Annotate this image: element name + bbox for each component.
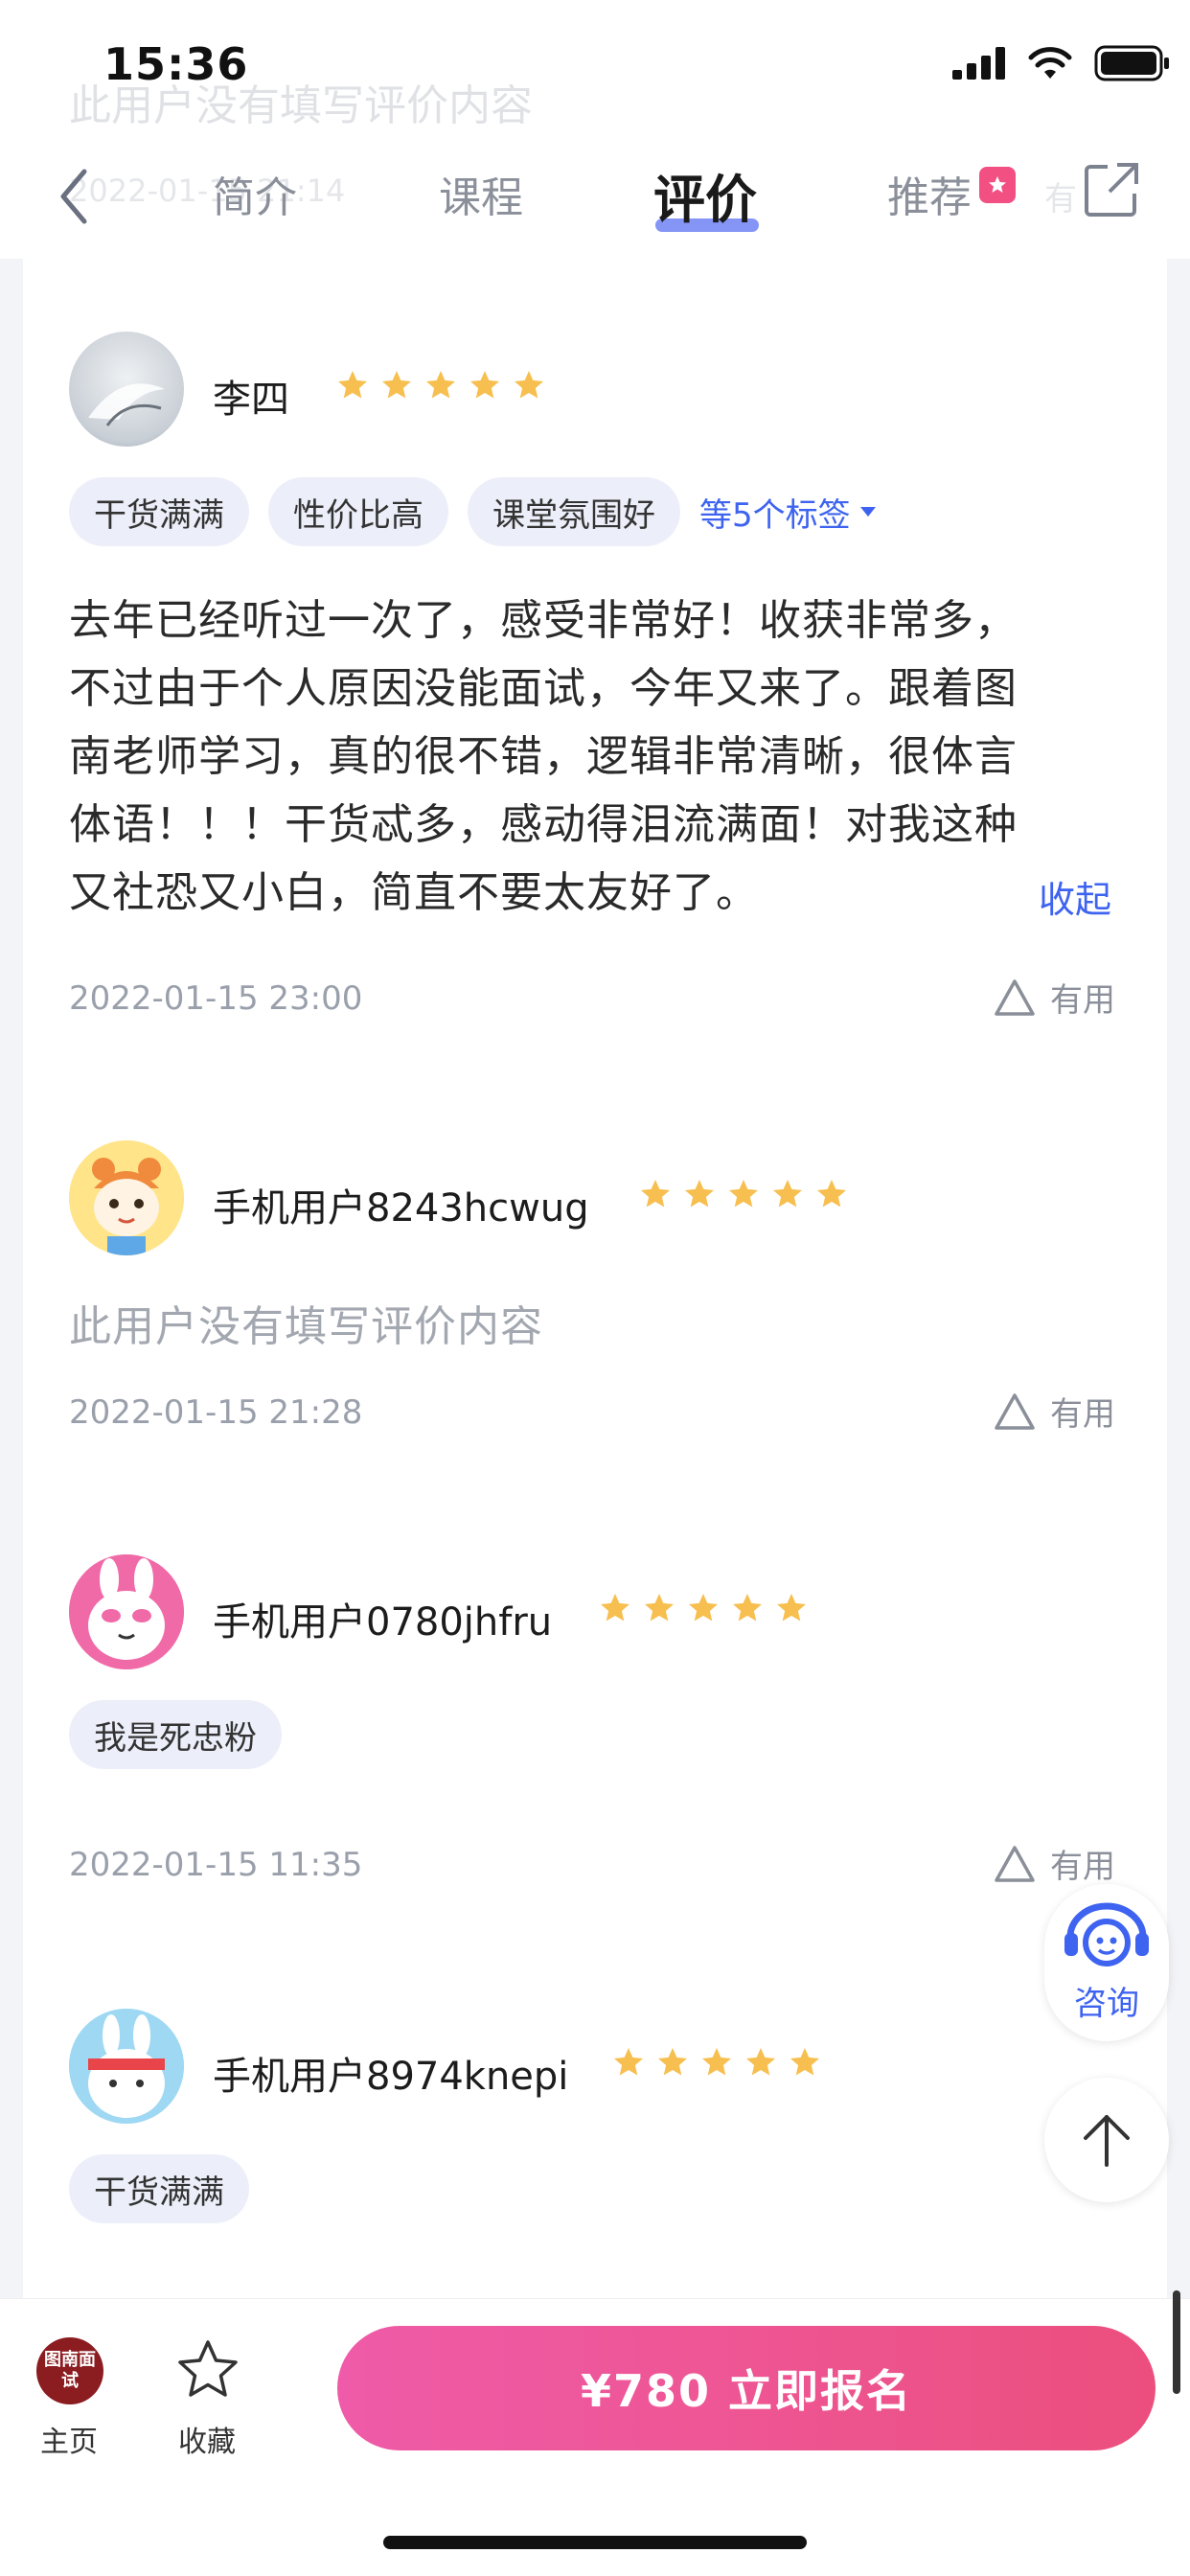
- thumb-up-icon: [995, 1392, 1035, 1430]
- scroll-top-button[interactable]: [1044, 2078, 1169, 2202]
- avatar[interactable]: [69, 2009, 184, 2124]
- brand-logo-icon: 图南面试: [36, 2337, 103, 2404]
- useful-button[interactable]: 有用: [993, 1388, 1115, 1435]
- review-date: 2022-01-15 23:00: [69, 979, 363, 1018]
- review-username: 李四: [213, 378, 289, 422]
- star-icon: [777, 1594, 806, 1622]
- review-username: 手机用户0780jhfru: [213, 1600, 553, 1644]
- review-tags: 干货满满 性价比高 课堂氛围好 等5个标签: [69, 477, 878, 546]
- star-icon: [641, 1180, 670, 1208]
- rating-stars: [335, 368, 546, 402]
- review-tag: 我是死忠粉: [69, 1700, 282, 1769]
- star-icon: [746, 2048, 775, 2076]
- useful-label: 有用: [1050, 1848, 1115, 1886]
- star-icon: [645, 1594, 674, 1622]
- scrollbar[interactable]: [1173, 2290, 1180, 2394]
- right-margin: [1167, 259, 1190, 2300]
- useful-button[interactable]: 有用: [993, 974, 1115, 1021]
- nav-favorite-label[interactable]: 收藏: [178, 2418, 236, 2460]
- review-text: 去年已经听过一次了，感受非常好！收获非常多， 不过由于个人原因没能面试，今年又来…: [69, 586, 1133, 927]
- chevron-left-icon: [60, 169, 87, 224]
- bottom-bar: 图南面试 主页 收藏 ¥780 立即报名: [0, 2298, 1190, 2576]
- review-username: 手机用户8243hcwug: [213, 1186, 589, 1230]
- review-text-line: 体语！！！干货忒多，感动得泪流满面！对我这种: [69, 800, 1018, 849]
- star-icon: [658, 2048, 687, 2076]
- review-text-line: 又社恐又小白，简直不要太友好了。: [69, 868, 759, 917]
- avatar-bunny-image: [69, 1554, 184, 1669]
- review-tags: 干货满满: [69, 2154, 249, 2223]
- review-tag: 课堂氛围好: [468, 477, 680, 546]
- avatar[interactable]: [69, 1140, 184, 1255]
- tab-intro[interactable]: 简介: [213, 163, 297, 224]
- rating-stars: [598, 1591, 809, 1625]
- empty-review-text: 此用户没有填写评价内容: [69, 1302, 543, 1351]
- star-icon: [733, 1594, 762, 1622]
- back-button[interactable]: [50, 163, 98, 230]
- tab-courses[interactable]: 课程: [439, 163, 523, 224]
- more-tags-button[interactable]: 等5个标签: [699, 489, 878, 536]
- star-icon: [515, 371, 543, 399]
- avatar-crane-image: [88, 383, 165, 426]
- star-icon: [601, 1594, 629, 1622]
- battery-icon: [1094, 45, 1169, 81]
- consult-label: 咨询: [1074, 1984, 1139, 2023]
- star-icon: [426, 371, 455, 399]
- star-icon: [702, 2048, 731, 2076]
- review-date: 2022-01-15 21:28: [69, 1393, 363, 1432]
- useful-label: 有用: [1050, 1395, 1115, 1434]
- avatar-cartoon-image: [69, 1140, 184, 1255]
- more-tags-label: 等5个标签: [699, 495, 851, 535]
- review-tags: 我是死忠粉: [69, 1700, 282, 1769]
- review-tag: 干货满满: [69, 477, 249, 546]
- review-text-line: 不过由于个人原因没能面试，今年又来了。跟着图: [69, 664, 1018, 713]
- tab-recommend[interactable]: 推荐: [887, 163, 972, 224]
- header-nav: 简介 课程 评价 推荐: [0, 144, 1190, 259]
- star-icon: [382, 371, 411, 399]
- thumb-up-icon: [995, 1845, 1035, 1882]
- left-margin: [0, 259, 23, 2300]
- star-icon: [729, 1180, 758, 1208]
- star-icon: [790, 2048, 819, 2076]
- review-tag: 干货满满: [69, 2154, 249, 2223]
- star-icon: [689, 1594, 718, 1622]
- avatar[interactable]: [69, 332, 184, 447]
- status-icons: [952, 44, 1171, 82]
- review-username: 手机用户8974knepi: [213, 2055, 569, 2099]
- star-icon: [470, 371, 499, 399]
- enroll-button[interactable]: ¥780 立即报名: [337, 2326, 1156, 2450]
- wifi-icon: [1028, 47, 1072, 79]
- home-indicator: [383, 2536, 807, 2549]
- status-time: 15:36: [103, 38, 249, 90]
- review-date: 2022-01-15 11:35: [69, 1846, 363, 1884]
- useful-button[interactable]: 有用: [993, 1840, 1115, 1887]
- share-button[interactable]: [1083, 161, 1140, 218]
- arrow-up-icon: [1084, 2115, 1130, 2167]
- avatar[interactable]: [69, 1554, 184, 1669]
- useful-label: 有用: [1050, 981, 1115, 1020]
- star-icon: [685, 1180, 714, 1208]
- customer-service-icon: [1064, 1902, 1149, 1966]
- collapse-link[interactable]: 收起: [1039, 870, 1111, 923]
- consult-button[interactable]: 咨询: [1044, 1884, 1169, 2041]
- star-icon: [614, 2048, 643, 2076]
- thumb-up-icon: [995, 978, 1035, 1016]
- review-text-line: 去年已经听过一次了，感受非常好！收获非常多，: [69, 596, 1018, 645]
- review-tag: 性价比高: [268, 477, 448, 546]
- star-icon: [773, 1180, 802, 1208]
- star-icon: [817, 1180, 846, 1208]
- recommend-badge-icon: [979, 167, 1016, 203]
- star-outline-icon[interactable]: [174, 2337, 241, 2404]
- avatar-bunny-headband-image: [69, 2009, 184, 2124]
- nav-home-label[interactable]: 主页: [40, 2418, 98, 2460]
- caret-down-icon: [859, 507, 876, 517]
- rating-stars: [638, 1177, 849, 1211]
- share-icon: [1085, 163, 1138, 217]
- rating-stars: [611, 2045, 822, 2080]
- star-icon: [338, 371, 367, 399]
- signal-icon: [952, 47, 1005, 80]
- tab-reviews[interactable]: 评价: [653, 157, 757, 233]
- review-text-line: 南老师学习，真的很不错，逻辑非常清晰，很体言: [69, 732, 1018, 781]
